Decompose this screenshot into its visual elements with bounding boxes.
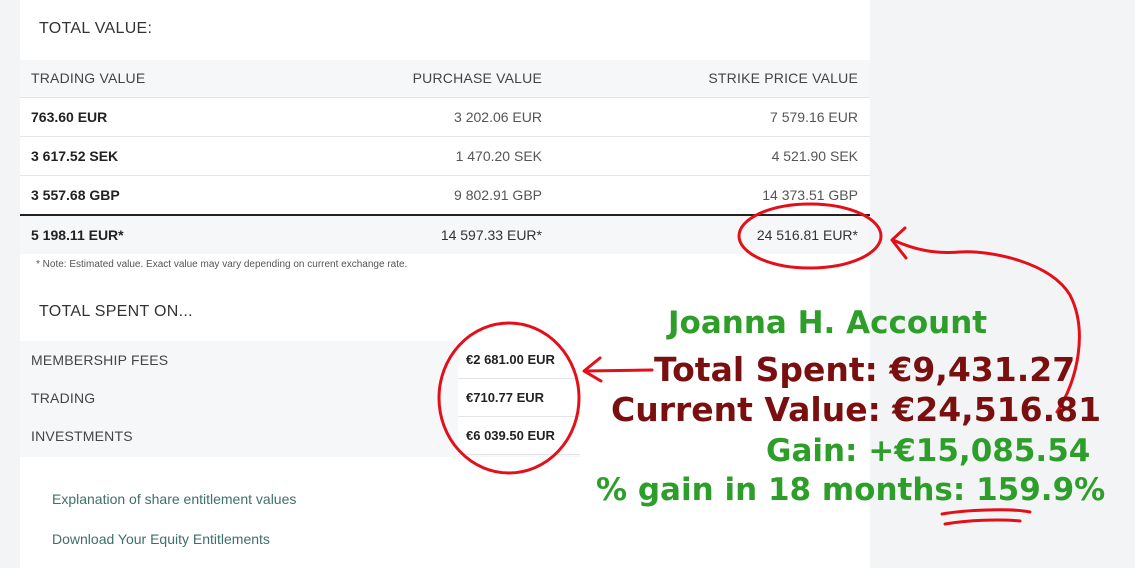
list-item: INVESTMENTS €6 039.50 EUR (20, 417, 580, 455)
total-spent-table: MEMBERSHIP FEES €2 681.00 EUR TRADING €7… (20, 341, 580, 455)
total-strike-price-value: 24 516.81 EUR* (756, 227, 858, 243)
table-row: 3 557.68 GBP 9 802.91 GBP 14 373.51 GBP (20, 176, 870, 214)
purchase-value-cell: 9 802.91 GBP (454, 187, 542, 203)
total-purchase-value: 14 597.33 EUR* (440, 227, 542, 243)
table-row: 763.60 EUR 3 202.06 EUR 7 579.16 EUR (20, 98, 870, 137)
header-strike-price-value: STRIKE PRICE VALUE (708, 70, 858, 86)
header-purchase-value: PURCHASE VALUE (412, 70, 542, 86)
spent-label: INVESTMENTS (31, 417, 455, 455)
spent-value: €710.77 EUR (458, 379, 580, 417)
header-trading-value: TRADING VALUE (31, 70, 146, 86)
annotation-gain: Gain: +€15,085.54 (766, 433, 1091, 469)
annotation-percent-gain: % gain in 18 months: 159.9% (596, 472, 1105, 508)
purchase-value-cell: 1 470.20 SEK (455, 148, 542, 164)
exchange-rate-note: * Note: Estimated value. Exact value may… (36, 259, 408, 270)
percent-gain-value: 159.9% (976, 472, 1106, 508)
spent-label: MEMBERSHIP FEES (31, 341, 455, 379)
trading-value-cell: 3 617.52 SEK (31, 148, 119, 164)
purchase-value-cell: 3 202.06 EUR (454, 109, 542, 125)
explanation-link[interactable]: Explanation of share entitlement values (52, 491, 296, 507)
annotation-total-spent: Total Spent: €9,431.27 (654, 350, 1076, 389)
page-background-left (0, 0, 20, 568)
strike-price-value-cell: 4 521.90 SEK (771, 148, 858, 164)
spent-label: TRADING (31, 379, 455, 417)
trading-value-cell: 763.60 EUR (31, 109, 108, 125)
download-entitlements-link[interactable]: Download Your Equity Entitlements (52, 531, 270, 547)
list-item: MEMBERSHIP FEES €2 681.00 EUR (20, 341, 580, 379)
total-spent-title: TOTAL SPENT ON... (39, 303, 193, 320)
trading-value-cell: 3 557.68 GBP (31, 187, 120, 203)
annotation-account-name: Joanna H. Account (668, 305, 988, 341)
table-row: 3 617.52 SEK 1 470.20 SEK 4 521.90 SEK (20, 137, 870, 176)
total-trading-value: 5 198.11 EUR* (31, 227, 124, 243)
strike-price-value-cell: 7 579.16 EUR (770, 109, 858, 125)
spent-value: €2 681.00 EUR (458, 341, 580, 379)
table-total-row: 5 198.11 EUR* 14 597.33 EUR* 24 516.81 E… (20, 214, 870, 254)
percent-gain-label: % gain in 18 months: (596, 472, 977, 508)
list-item: TRADING €710.77 EUR (20, 379, 580, 417)
total-value-title: TOTAL VALUE: (39, 20, 153, 37)
annotation-current-value: Current Value: €24,516.81 (611, 390, 1102, 429)
spent-value: €6 039.50 EUR (458, 417, 580, 455)
strike-price-value-cell: 14 373.51 GBP (762, 187, 858, 203)
table-header: TRADING VALUE PURCHASE VALUE STRIKE PRIC… (20, 60, 870, 98)
total-value-table: TRADING VALUE PURCHASE VALUE STRIKE PRIC… (20, 60, 870, 254)
